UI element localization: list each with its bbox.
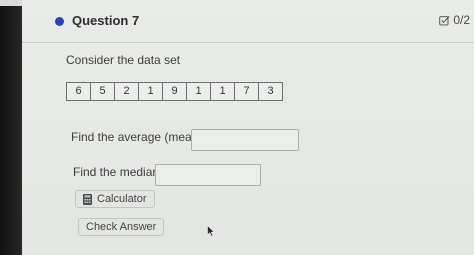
median-input[interactable] <box>155 164 261 186</box>
question-status-dot-icon <box>55 17 64 26</box>
data-set-cell: 1 <box>187 83 211 100</box>
data-set-cell: 7 <box>235 83 259 100</box>
question-header: Question 7 0/2 <box>22 0 474 43</box>
question-title: Question 7 <box>72 13 140 28</box>
data-set-cell: 2 <box>115 83 139 100</box>
data-set-cell: 5 <box>91 83 115 100</box>
data-set-cell: 6 <box>67 83 91 100</box>
check-answer-label: Check Answer <box>86 221 157 233</box>
score-badge: 0/2 <box>439 13 470 27</box>
calculator-icon <box>83 193 92 205</box>
question-panel: Question 7 0/2 Consider the data set 652… <box>22 0 474 255</box>
check-answer-button[interactable]: Check Answer <box>78 218 165 236</box>
calculator-label: Calculator <box>97 193 147 205</box>
mean-label: Find the average (mean): <box>71 130 206 144</box>
question-prompt: Consider the data set <box>66 53 181 67</box>
calculator-button[interactable]: Calculator <box>75 190 155 208</box>
mean-input[interactable] <box>191 129 299 151</box>
screen-bezel <box>0 0 22 255</box>
data-set-table: 652191173 <box>66 82 283 101</box>
score-text: 0/2 <box>453 13 470 27</box>
data-set-cell: 1 <box>139 83 163 100</box>
mouse-pointer-icon <box>207 225 215 237</box>
checkbox-edit-icon <box>439 15 450 25</box>
median-label: Find the median: <box>73 165 163 179</box>
data-set-cell: 1 <box>211 83 235 100</box>
data-set-cell: 3 <box>259 83 282 100</box>
data-set-cell: 9 <box>163 83 187 100</box>
